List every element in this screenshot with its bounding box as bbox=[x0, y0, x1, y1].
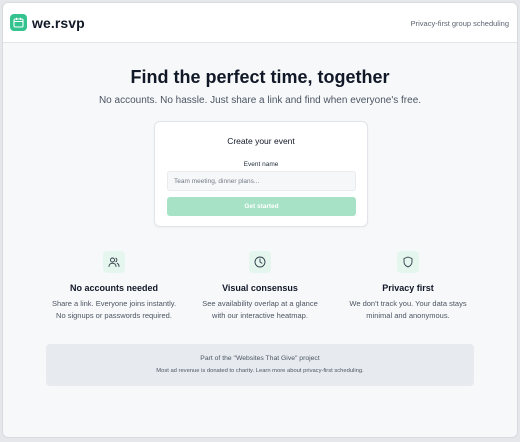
card-title: Create your event bbox=[227, 136, 295, 146]
learn-more-link[interactable]: Learn more about privacy-first schedulin… bbox=[256, 368, 364, 374]
feature-desc-line: No signups or passwords required. bbox=[56, 311, 172, 320]
clock-icon bbox=[249, 251, 271, 273]
event-name-label: Event name bbox=[243, 161, 279, 168]
charity-notice: Part of the "Websites That Give" project… bbox=[46, 344, 474, 386]
feature-desc-line: minimal and anonymous. bbox=[366, 311, 450, 320]
page-subtitle: No accounts. No hassle. Just share a lin… bbox=[98, 95, 422, 106]
feature-desc-line: with our interactive heatmap. bbox=[212, 311, 308, 320]
charity-notice-text: Most ad revenue is donated to charity. L… bbox=[46, 368, 474, 374]
shield-icon bbox=[397, 251, 419, 273]
calendar-icon[interactable] bbox=[10, 14, 27, 31]
top-nav: we.rsvp Privacy-first group scheduling bbox=[3, 3, 517, 43]
users-icon bbox=[103, 251, 125, 273]
header-tagline: Privacy-first group scheduling bbox=[410, 19, 509, 28]
brand-name[interactable]: we.rsvp bbox=[32, 15, 85, 31]
event-name-input[interactable] bbox=[167, 171, 356, 191]
charity-notice-body: Most ad revenue is donated to charity. bbox=[156, 368, 256, 374]
feature-title: No accounts needed bbox=[69, 283, 159, 293]
feature-desc-line: See availability overlap at a glance bbox=[202, 299, 318, 308]
feature-title: Visual consensus bbox=[222, 283, 298, 293]
feature-title: Privacy first bbox=[382, 283, 434, 293]
app-window: we.rsvp Privacy-first group scheduling F… bbox=[2, 2, 518, 438]
charity-notice-title: Part of the "Websites That Give" project bbox=[200, 355, 320, 362]
get-started-button[interactable]: Get started bbox=[167, 197, 356, 216]
feature-desc-line: We don't track you. Your data stays bbox=[349, 299, 467, 308]
page-title: Find the perfect time, together bbox=[130, 67, 390, 87]
create-event-card: Create your event Event name Get started bbox=[154, 121, 368, 227]
feature-desc-line: Share a link. Everyone joins instantly. bbox=[51, 299, 177, 308]
